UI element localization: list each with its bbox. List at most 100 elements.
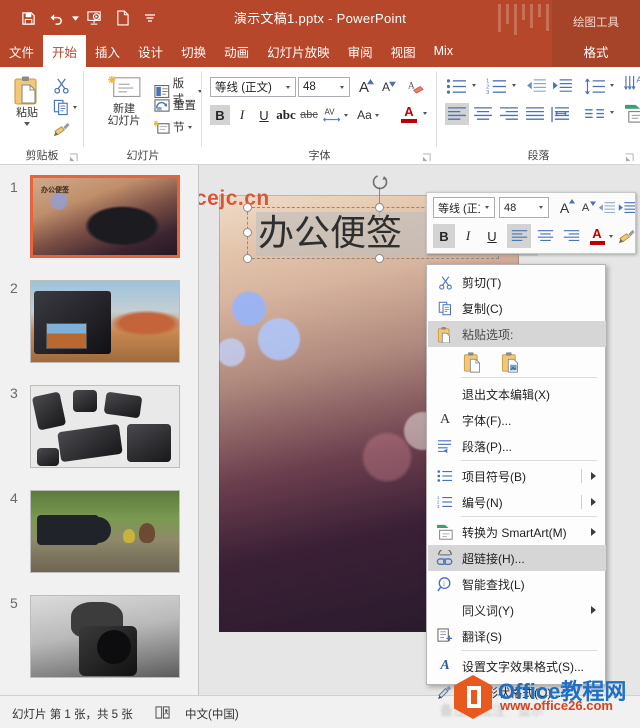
font-size-caret-icon[interactable] <box>335 86 349 89</box>
menu-item-numbering[interactable]: 123 编号(N) <box>428 489 606 515</box>
resize-handle-top-center[interactable] <box>375 203 384 212</box>
line-spacing-caret-icon[interactable] <box>610 84 614 87</box>
menu-item-translate[interactable]: 翻译(S) <box>428 623 606 649</box>
bold-button[interactable]: B <box>210 105 230 125</box>
mini-increase-indent-button[interactable] <box>617 198 636 217</box>
format-painter-button[interactable] <box>53 121 71 138</box>
context-menu[interactable]: 剪切(T) 复制(C) 粘贴选项: <box>426 264 606 685</box>
slide-thumbnail-row-5[interactable]: 5 <box>0 595 199 680</box>
slide-thumbnail-2[interactable] <box>30 280 180 363</box>
new-slide-button[interactable]: 新建 幻灯片 <box>96 75 152 127</box>
change-case-button[interactable]: Aa <box>354 105 382 125</box>
tab-4[interactable]: 切换 <box>172 35 215 67</box>
accessibility-icon[interactable] <box>155 705 171 722</box>
slide-thumbnail-row-2[interactable]: 2 <box>0 280 199 365</box>
mini-font-size-caret-icon[interactable] <box>534 206 548 209</box>
columns-caret-icon[interactable] <box>610 111 614 114</box>
underline-button[interactable]: U <box>254 105 274 125</box>
mini-format-painter-button[interactable] <box>617 224 637 248</box>
paste-picture-icon[interactable] <box>499 349 525 375</box>
cut-button[interactable] <box>53 77 70 94</box>
convert-smartart-button[interactable] <box>623 101 640 125</box>
numbering-button[interactable]: 1 2 3 <box>485 76 509 96</box>
decrease-indent-button[interactable] <box>525 76 547 96</box>
mini-decrease-indent-button[interactable] <box>597 198 616 217</box>
paste-caret-icon[interactable] <box>24 122 30 126</box>
slide-thumbnail-row-1[interactable]: 1 办公便签 <box>0 175 199 267</box>
menu-item-synonyms[interactable]: 同义词(Y) <box>428 597 606 623</box>
tab-6[interactable]: 幻灯片放映 <box>258 35 339 67</box>
slide-thumbnail-pane[interactable]: 1 办公便签 2 3 <box>0 165 199 695</box>
mini-align-center-button[interactable] <box>533 224 557 248</box>
menu-item-smart-lookup[interactable]: i 智能查找(L) <box>428 571 606 597</box>
copy-button[interactable] <box>53 99 77 116</box>
bullets-button[interactable] <box>445 76 469 96</box>
justify-button[interactable] <box>523 103 547 125</box>
slide-thumbnail-3[interactable] <box>30 385 180 468</box>
tab-8[interactable]: 视图 <box>382 35 425 67</box>
paste-options-buttons[interactable] <box>461 349 525 375</box>
section-caret-icon[interactable] <box>188 126 192 129</box>
resize-handle-bottom-left[interactable] <box>243 254 252 263</box>
font-family-caret-icon[interactable] <box>281 86 295 89</box>
menu-item-hyperlink[interactable]: 超链接(H)... <box>428 545 606 571</box>
section-button[interactable]: 节 <box>154 119 192 135</box>
mini-italic-button[interactable]: I <box>457 224 479 248</box>
tab-7[interactable]: 审阅 <box>339 35 382 67</box>
mini-bold-button[interactable]: B <box>433 224 455 248</box>
mini-formatting-toolbar[interactable]: 等线 (正文 48 A A B <box>426 192 636 254</box>
shadow-button[interactable]: abc <box>276 105 296 125</box>
rotate-handle-icon[interactable] <box>371 173 389 194</box>
menu-item-paragraph[interactable]: 段落(P)... <box>428 433 606 459</box>
menu-item-exit-text-edit[interactable]: 退出文本编辑(X) <box>428 381 606 407</box>
slide-title-text[interactable]: 办公便签 <box>258 210 402 258</box>
character-spacing-caret-icon[interactable] <box>344 114 348 117</box>
columns-button[interactable] <box>583 103 607 125</box>
mini-font-color-button[interactable]: A <box>587 223 607 249</box>
mini-font-family-combo[interactable]: 等线 (正文 <box>433 197 495 218</box>
strikethrough-button[interactable]: abc <box>298 105 320 125</box>
tab-9[interactable]: Mix <box>425 35 462 67</box>
menu-item-copy[interactable]: 复制(C) <box>428 295 606 321</box>
tab-format[interactable]: 格式 <box>552 35 640 67</box>
mini-shrink-font-button[interactable]: A <box>576 197 595 218</box>
mini-font-size-combo[interactable]: 48 <box>499 197 549 218</box>
mini-font-color-caret-icon[interactable] <box>609 235 613 238</box>
text-direction-button[interactable]: A <box>623 73 640 95</box>
font-family-combo[interactable]: 等线 (正文) <box>210 77 296 97</box>
resize-handle-middle-left[interactable] <box>243 228 252 237</box>
mini-underline-button[interactable]: U <box>481 224 503 248</box>
change-case-caret-icon[interactable] <box>375 114 379 117</box>
tab-5[interactable]: 动画 <box>215 35 258 67</box>
reset-button[interactable]: 重置 <box>154 97 196 113</box>
tab-0[interactable]: 文件 <box>0 35 43 67</box>
paste-keep-formatting-icon[interactable] <box>461 349 487 375</box>
mini-align-left-button[interactable] <box>507 224 531 248</box>
numbering-caret-icon[interactable] <box>512 84 516 87</box>
align-right-button[interactable] <box>497 103 521 125</box>
mini-grow-font-button[interactable]: A <box>555 197 574 218</box>
tab-1[interactable]: 开始 <box>43 35 86 67</box>
font-dialog-launcher-icon[interactable] <box>422 153 431 162</box>
tab-2[interactable]: 插入 <box>86 35 129 67</box>
distribute-button[interactable] <box>549 103 573 125</box>
slide-thumbnail-4[interactable] <box>30 490 180 573</box>
mini-align-right-button[interactable] <box>559 224 583 248</box>
paste-button[interactable]: 粘贴 <box>6 75 48 126</box>
menu-item-convert-smartart[interactable]: 转换为 SmartArt(M) <box>428 519 606 545</box>
font-color-caret-icon[interactable] <box>423 112 427 115</box>
character-spacing-button[interactable]: AV <box>322 103 348 127</box>
clear-formatting-button[interactable]: A <box>404 77 426 97</box>
resize-handle-top-left[interactable] <box>243 203 252 212</box>
increase-indent-button[interactable] <box>551 76 573 96</box>
mini-font-family-caret-icon[interactable] <box>480 206 494 209</box>
clipboard-dialog-launcher-icon[interactable] <box>69 153 78 162</box>
font-color-button[interactable]: A <box>398 101 420 127</box>
align-center-button[interactable] <box>471 103 495 125</box>
line-spacing-button[interactable] <box>583 76 607 96</box>
slide-thumbnail-1[interactable]: 办公便签 <box>30 175 180 258</box>
font-size-combo[interactable]: 48 <box>298 77 350 97</box>
slide-thumbnail-row-3[interactable]: 3 <box>0 385 199 470</box>
resize-handle-bottom-center[interactable] <box>375 254 384 263</box>
slide-thumbnail-row-4[interactable]: 4 <box>0 490 199 575</box>
